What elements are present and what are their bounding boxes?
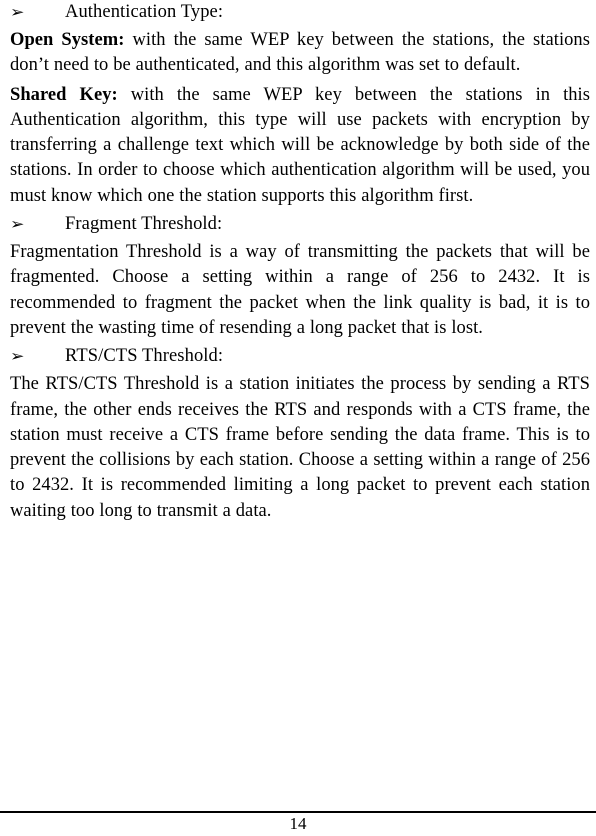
heading-rts-cts-threshold: ➢ RTS/CTS Threshold: xyxy=(10,344,590,369)
arrowhead-bullet-icon: ➢ xyxy=(10,215,25,234)
document-page: ➢ Authentication Type: Open System: with… xyxy=(0,0,596,836)
heading-fragment-threshold: ➢ Fragment Threshold: xyxy=(10,212,590,237)
paragraph-open-system-lead-in: Open System: xyxy=(10,30,125,50)
paragraph-fragment-threshold: Fragmentation Threshold is a way of tran… xyxy=(10,240,590,341)
paragraph-rts-cts-threshold: The RTS/CTS Threshold is a station initi… xyxy=(10,372,590,524)
paragraph-rts-cts-threshold-body: The RTS/CTS Threshold is a station initi… xyxy=(10,374,590,521)
paragraph-shared-key-lead-in: Shared Key: xyxy=(10,84,118,105)
footer-page-number: 14 xyxy=(289,814,307,833)
heading-authentication-type: ➢ Authentication Type: xyxy=(10,0,590,25)
page-content: ➢ Authentication Type: Open System: with… xyxy=(10,0,590,524)
heading-fragment-threshold-label: Fragment Threshold: xyxy=(65,214,223,235)
paragraph-open-system: Open System: with the same WEP key betwe… xyxy=(10,28,590,79)
arrowhead-bullet-icon: ➢ xyxy=(10,3,25,21)
heading-rts-cts-threshold-label: RTS/CTS Threshold: xyxy=(65,346,224,367)
paragraph-fragment-threshold-body: Fragmentation Threshold is a way of tran… xyxy=(10,242,590,338)
paragraph-shared-key: Shared Key: with the same WEP key betwee… xyxy=(10,83,590,209)
heading-authentication-type-label: Authentication Type: xyxy=(65,2,224,22)
arrowhead-bullet-icon: ➢ xyxy=(10,347,25,366)
